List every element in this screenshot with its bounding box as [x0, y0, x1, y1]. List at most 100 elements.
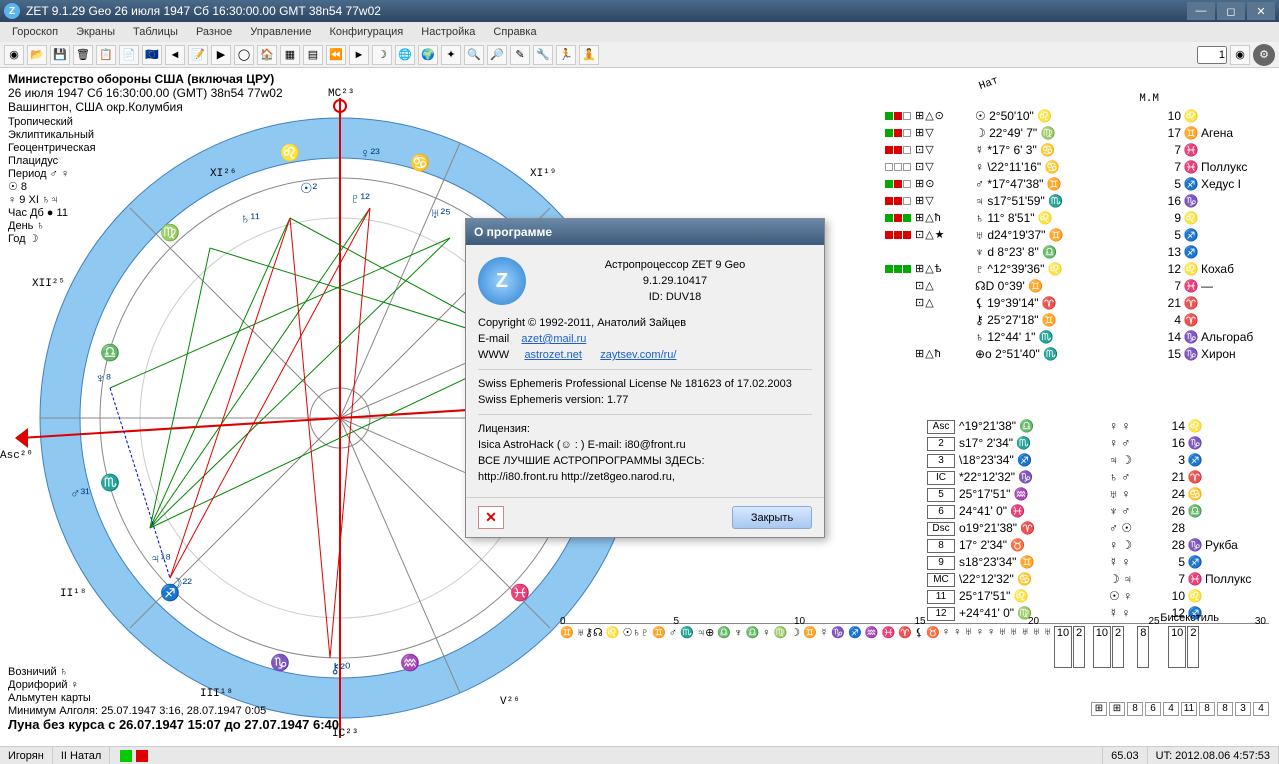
- tool-left-icon[interactable]: ◄: [165, 45, 185, 65]
- tool-open-icon[interactable]: 📂: [27, 45, 47, 65]
- about-www1-link[interactable]: astrozet.net: [524, 349, 581, 361]
- house-row: MC\22°12'32" ♋☽ ♃7♓Поллукс: [927, 571, 1271, 588]
- about-dialog: О программе Z Астропроцессор ZET 9 Geo 9…: [465, 218, 825, 538]
- aspect-cell: ⊞: [1109, 702, 1125, 716]
- tool-sky-icon[interactable]: ✦: [441, 45, 461, 65]
- tool-save-icon[interactable]: 💾: [50, 45, 70, 65]
- tool-zoom-icon[interactable]: 🔎: [487, 45, 507, 65]
- menu-misc[interactable]: Разное: [188, 24, 240, 40]
- tool-trash-icon[interactable]: 🗑: [73, 45, 93, 65]
- planet-row: ⊡△⚸ 19°39'14" ♈21♈: [885, 295, 1271, 312]
- tool-table-icon[interactable]: ▤: [303, 45, 323, 65]
- about-license-2: ВСЕ ЛУЧШИЕ АСТРОПРОГРАММЫ ЗДЕСЬ:: [478, 453, 812, 469]
- svg-text:♐: ♐: [160, 583, 180, 602]
- planet-row: ⊞△ћ⊕o 2°51'40" ♏15♑Хирон: [885, 346, 1271, 363]
- tool-globe-icon[interactable]: 🌐: [395, 45, 415, 65]
- main-menu: Гороскоп Экраны Таблицы Разное Управлени…: [0, 22, 1279, 42]
- about-license-1: Isica AstroHack (☺ : ) E-mail: i80@front…: [478, 437, 812, 453]
- svg-text:♅²⁵: ♅²⁵: [430, 205, 451, 221]
- svg-text:☉²: ☉²: [300, 180, 318, 196]
- svg-text:♄¹¹: ♄¹¹: [240, 210, 260, 226]
- aspect-cell: 6: [1145, 702, 1161, 716]
- planet-row: ♆ d 8°23' 8" ♎13♐: [885, 244, 1271, 261]
- menu-tables[interactable]: Таблицы: [125, 24, 186, 40]
- close-button[interactable]: ✕: [1247, 2, 1275, 20]
- about-swiss-version: Swiss Ephemeris version: 1.77: [478, 392, 812, 408]
- svg-text:♑: ♑: [270, 653, 290, 672]
- tool-house-icon[interactable]: 🏠: [257, 45, 277, 65]
- svg-text:♎: ♎: [100, 343, 120, 362]
- tool-note-icon[interactable]: 📝: [188, 45, 208, 65]
- tool-play-icon[interactable]: ▶: [211, 45, 231, 65]
- tool-grid-icon[interactable]: ▦: [280, 45, 300, 65]
- minimize-button[interactable]: —: [1187, 2, 1215, 20]
- tool-chart-icon[interactable]: ◉: [4, 45, 24, 65]
- planet-row: ⊞▽☽ 22°49' 7" ♍17♊Агена: [885, 125, 1271, 142]
- status-bar: Игорян II Натал 65.03 UT: 2012.08.06 4:5…: [0, 746, 1279, 764]
- about-www2-link[interactable]: zaytsev.com/ru/: [600, 349, 676, 361]
- tool-doc-icon[interactable]: 📄: [119, 45, 139, 65]
- tool-wrench-icon[interactable]: 🔧: [533, 45, 553, 65]
- about-x-button[interactable]: ✕: [478, 506, 504, 529]
- tool-copy-icon[interactable]: 📋: [96, 45, 116, 65]
- tool-earth-icon[interactable]: 🌍: [418, 45, 438, 65]
- note-almuten: Альмутен карты: [8, 692, 266, 705]
- footer-notes: Возничий ♄ Дорифорий ♀ Альмутен карты Ми…: [8, 666, 266, 718]
- tool-search-icon[interactable]: 🔍: [464, 45, 484, 65]
- menu-screens[interactable]: Экраны: [68, 24, 123, 40]
- note-doriphory: Дорифорий ♀: [8, 679, 266, 692]
- about-license-3: http://i80.front.ru http://zet8geo.narod…: [478, 469, 812, 485]
- about-titlebar[interactable]: О программе: [466, 219, 824, 245]
- about-id: ID: DUV18: [538, 289, 812, 305]
- svg-text:♓: ♓: [510, 583, 530, 602]
- aspect-cell: 3: [1235, 702, 1251, 716]
- about-close-button[interactable]: Закрыть: [732, 506, 812, 529]
- tool-moon-icon[interactable]: ☽: [372, 45, 392, 65]
- maximize-button[interactable]: ◻: [1217, 2, 1245, 20]
- svg-text:♀²³: ♀²³: [360, 145, 380, 161]
- svg-text:♒: ♒: [400, 653, 420, 672]
- house-row: 525°17'51" ♒♅ ♀24♋: [927, 486, 1271, 503]
- status-mode: II Натал: [53, 747, 110, 764]
- mm-label: М.М: [1139, 93, 1159, 105]
- tool-circle-icon[interactable]: ◯: [234, 45, 254, 65]
- cusp-xii: XII²⁵: [32, 278, 65, 290]
- tool-gear-icon[interactable]: ⚙: [1253, 44, 1275, 66]
- tool-sit-icon[interactable]: 🧘: [579, 45, 599, 65]
- menu-settings[interactable]: Настройка: [413, 24, 483, 40]
- svg-text:♌: ♌: [280, 143, 300, 162]
- svg-text:♂³¹: ♂³¹: [70, 485, 90, 501]
- house-row: 9s18°23'34" ♊☿ ♀5♐: [927, 554, 1271, 571]
- menu-config[interactable]: Конфигурация: [321, 24, 411, 40]
- menu-help[interactable]: Справка: [485, 24, 544, 40]
- svg-text:♋: ♋: [410, 153, 430, 172]
- about-email-link[interactable]: azet@mail.ru: [521, 333, 586, 345]
- tool-rewind-icon[interactable]: ⏪: [326, 45, 346, 65]
- tool-flag-icon[interactable]: 🇪🇺: [142, 45, 162, 65]
- about-license-label: Лицензия:: [478, 421, 812, 437]
- cusp-xi-lbl: XI²⁶: [210, 168, 236, 180]
- planet-row: ⊞⊙♂ *17°47'38" ♊5♐Хедус I: [885, 176, 1271, 193]
- moon-void-course: Луна без курса с 26.07.1947 15:07 до 27.…: [8, 717, 339, 732]
- tool-wand-icon[interactable]: ✎: [510, 45, 530, 65]
- aspect-cell: 8: [1199, 702, 1215, 716]
- menu-control[interactable]: Управление: [242, 24, 319, 40]
- tool-right-icon[interactable]: ►: [349, 45, 369, 65]
- house-row: Dsco19°21'38" ♈♂ ☉28: [927, 520, 1271, 537]
- status-value: 65.03: [1103, 747, 1148, 764]
- planet-row: ⊡△★♅ d24°19'37" ♊5♐: [885, 227, 1271, 244]
- menu-horoscope[interactable]: Гороскоп: [4, 24, 66, 40]
- about-copyright: Copyright © 1992-2011, Анатолий Зайцев: [478, 315, 812, 331]
- planet-row: ⊡▽☿ *17° 6' 3" ♋7♓: [885, 142, 1271, 159]
- planet-positions-table: ⊞△⊙☉ 2°50'10" ♌10♌⊞▽☽ 22°49' 7" ♍17♊Аген…: [885, 108, 1271, 363]
- tool-chart2-icon[interactable]: ◉: [1230, 45, 1250, 65]
- about-email-label: E-mail: [478, 333, 509, 345]
- tool-run-icon[interactable]: 🏃: [556, 45, 576, 65]
- app-icon: Z: [4, 3, 20, 19]
- cusp-asc: Asc²⁰: [0, 448, 33, 462]
- scale-ruler: 0 5 10 15 20 25 30: [560, 616, 1269, 624]
- planet-row: ⊞▽♃ s17°51'59" ♏16♑: [885, 193, 1271, 210]
- aspect-cell: 11: [1181, 702, 1197, 716]
- chart-title: Министерство обороны США (включая ЦРУ): [8, 72, 274, 86]
- toolbar-number-input[interactable]: [1197, 46, 1227, 64]
